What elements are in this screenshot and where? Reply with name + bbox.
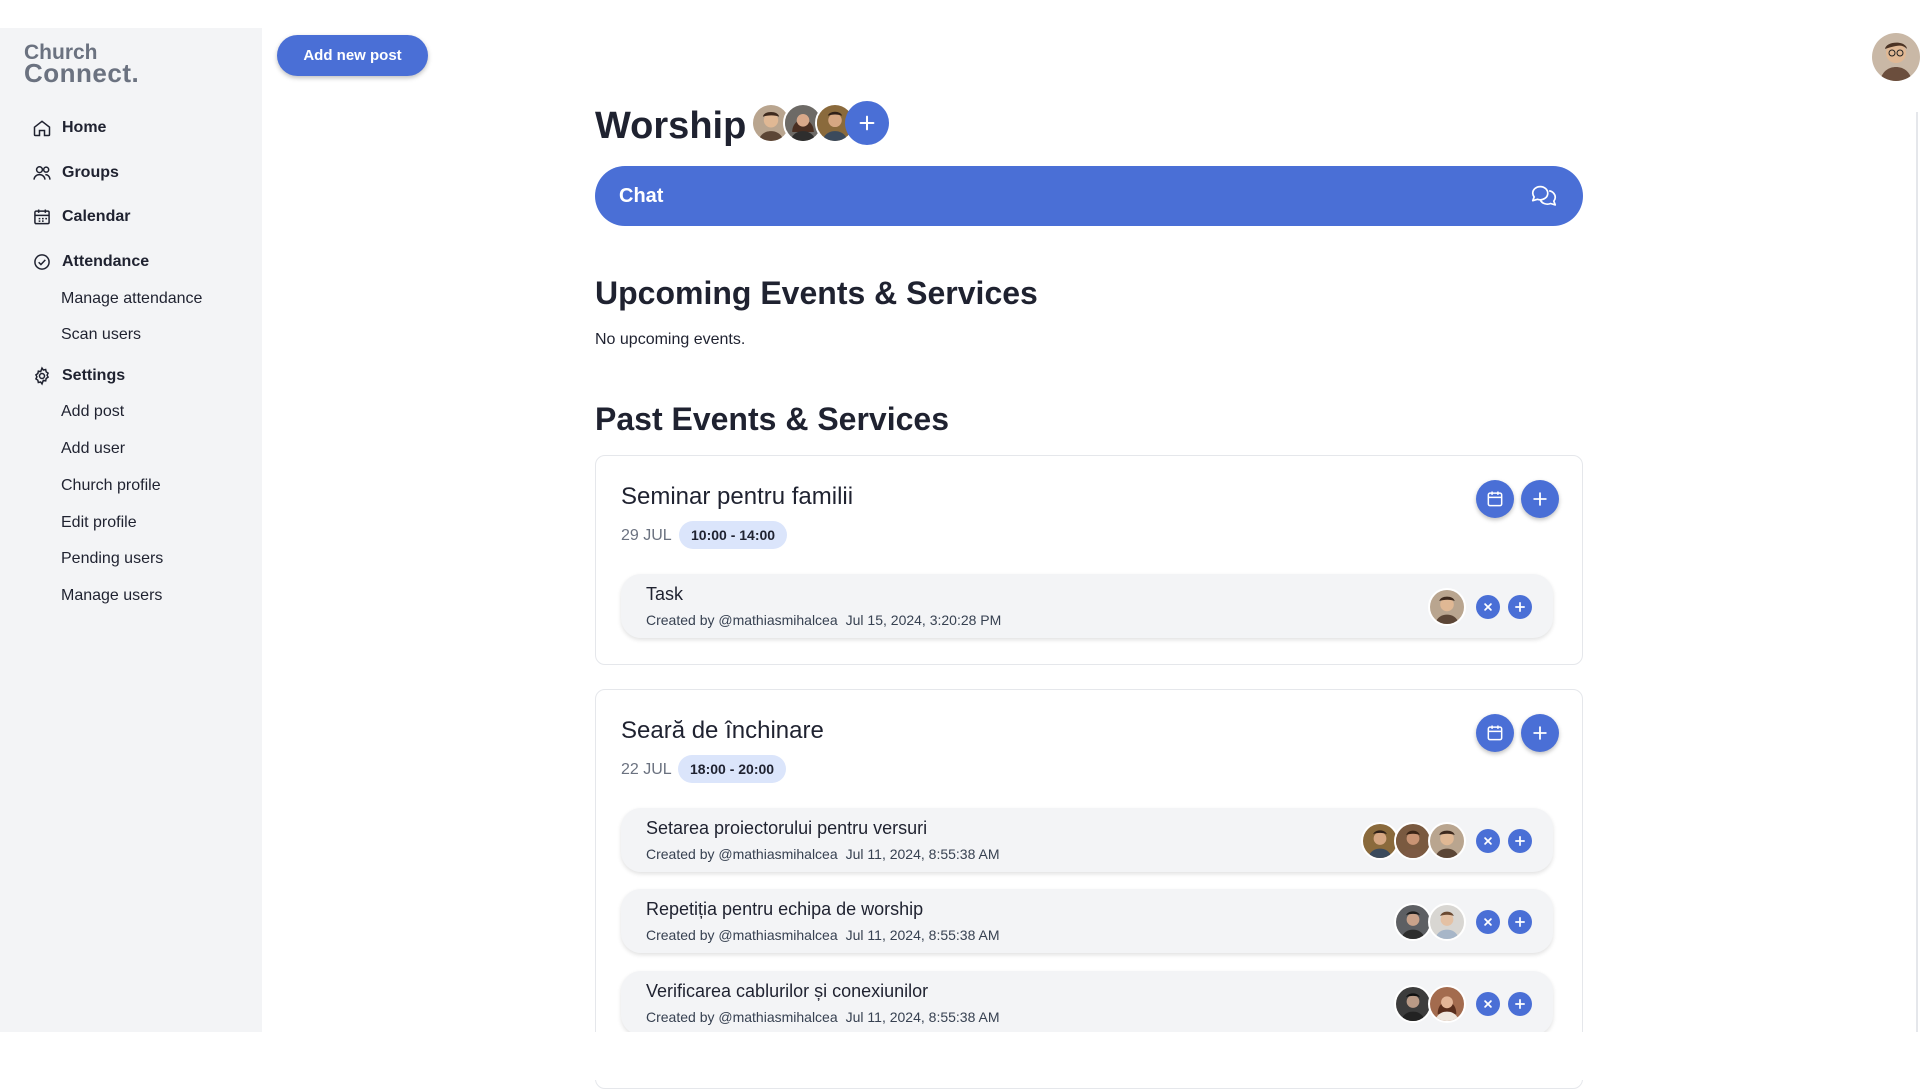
plus-icon	[1515, 602, 1525, 612]
add-assignee-button[interactable]	[1508, 595, 1532, 619]
remove-assignee-button[interactable]	[1476, 910, 1500, 934]
sidebar-item-label: Home	[62, 119, 107, 136]
sidebar-item-label: Calendar	[62, 208, 131, 225]
assignee-avatar	[1394, 822, 1432, 860]
close-icon	[1484, 1000, 1492, 1008]
task-timestamp: Jul 15, 2024, 3:20:28 PM	[845, 612, 1002, 628]
task-meta: Created by @mathiasmihalcea Jul 11, 2024,…	[646, 927, 1008, 943]
brand-line-2: Connect.	[24, 58, 140, 88]
add-task-button[interactable]	[1521, 480, 1559, 518]
sidebar-item-label: Settings	[62, 367, 126, 384]
add-assignee-button[interactable]	[1508, 910, 1532, 934]
remove-assignee-button[interactable]	[1476, 595, 1500, 619]
check-circle-icon	[34, 254, 50, 270]
remove-assignee-button[interactable]	[1476, 829, 1500, 853]
add-member-button[interactable]	[845, 101, 889, 145]
close-icon	[1484, 837, 1492, 845]
plus-icon	[859, 115, 875, 131]
scrollbar-track[interactable]	[1916, 112, 1918, 1032]
add-assignee-button[interactable]	[1508, 992, 1532, 1016]
sidebar-item-manage-users[interactable]: Manage users	[61, 587, 162, 609]
remove-assignee-button[interactable]	[1476, 992, 1500, 1016]
assignee-avatar	[1428, 903, 1466, 941]
sidebar-item-pending-users[interactable]: Pending users	[61, 550, 163, 572]
add-new-post-button[interactable]: Add new post	[277, 35, 428, 76]
sidebar-item-church-profile[interactable]: Church profile	[61, 477, 161, 499]
viewport-bottom-edge	[0, 1032, 1920, 1080]
task-author: Created by @mathiasmihalcea	[646, 1009, 838, 1025]
task-title: Verificarea cablurilor și conexiunilor	[646, 981, 929, 1001]
close-icon	[1484, 918, 1492, 926]
task-item[interactable]: Setarea proiectorului pentru versuri Cre…	[621, 808, 1553, 872]
event-title: Seară de închinare	[621, 717, 824, 744]
task-author: Created by @mathiasmihalcea	[646, 612, 838, 628]
gear-icon	[34, 366, 50, 386]
assignee-avatar	[1428, 985, 1466, 1023]
chat-bubbles-icon	[1531, 185, 1557, 206]
calendar-icon	[1487, 491, 1503, 507]
task-timestamp: Jul 11, 2024, 8:55:38 AM	[845, 1009, 1000, 1025]
task-meta: Created by @mathiasmihalcea Jul 15, 2024,…	[646, 612, 1009, 628]
sidebar-item-label: Groups	[62, 164, 119, 181]
task-author: Created by @mathiasmihalcea	[646, 927, 838, 943]
task-timestamp: Jul 11, 2024, 8:55:38 AM	[845, 927, 1000, 943]
assignee-avatar	[1428, 588, 1466, 626]
event-calendar-button[interactable]	[1476, 714, 1514, 752]
task-item[interactable]: Task Created by @mathiasmihalcea Jul 15, …	[621, 574, 1553, 638]
sidebar-item-home[interactable]: Home	[32, 116, 106, 140]
event-time-badge: 18:00 - 20:00	[678, 755, 787, 783]
sidebar-item-scan-users[interactable]: Scan users	[61, 326, 141, 348]
event-time-badge: 10:00 - 14:00	[679, 521, 788, 549]
sidebar-item-add-user[interactable]: Add user	[61, 440, 125, 462]
task-item[interactable]: Verificarea cablurilor și conexiunilor C…	[621, 971, 1553, 1035]
sidebar-item-manage-attendance[interactable]: Manage attendance	[61, 290, 202, 312]
sidebar-item-edit-profile[interactable]: Edit profile	[61, 514, 137, 536]
task-meta: Created by @mathiasmihalcea Jul 11, 2024,…	[646, 1009, 1008, 1025]
add-assignee-button[interactable]	[1508, 829, 1532, 853]
add-task-button[interactable]	[1521, 714, 1559, 752]
sidebar-item-groups[interactable]: Groups	[32, 161, 119, 185]
calendar-icon	[34, 209, 50, 225]
sidebar-item-settings[interactable]: Settings	[32, 364, 125, 388]
sidebar: Church Connect. Home Groups Calendar Att…	[0, 28, 262, 1032]
calendar-icon	[1487, 725, 1503, 741]
event-card: Seară de închinare 22 JUL 18:00 - 20:00 …	[595, 689, 1583, 1089]
home-icon	[33, 120, 51, 137]
upcoming-heading: Upcoming Events & Services	[595, 275, 1038, 311]
no-upcoming-text: No upcoming events.	[595, 331, 746, 348]
sidebar-item-add-post[interactable]: Add post	[61, 403, 124, 425]
event-date: 29 JUL	[621, 527, 672, 544]
plus-icon	[1533, 492, 1547, 506]
plus-icon	[1515, 917, 1525, 927]
page-title: Worship	[595, 105, 747, 147]
task-title: Repetiția pentru echipa de worship	[646, 899, 924, 919]
sidebar-item-calendar[interactable]: Calendar	[32, 205, 130, 229]
user-avatar[interactable]	[1872, 33, 1920, 81]
task-meta: Created by @mathiasmihalcea Jul 11, 2024,…	[646, 846, 1008, 862]
plus-icon	[1515, 836, 1525, 846]
assignee-avatar	[1394, 903, 1432, 941]
close-icon	[1484, 603, 1492, 611]
event-calendar-button[interactable]	[1476, 480, 1514, 518]
assignee-avatar	[1428, 822, 1466, 860]
assignee-avatar	[1394, 985, 1432, 1023]
past-heading: Past Events & Services	[595, 401, 949, 437]
event-card: Seminar pentru familii 29 JUL 10:00 - 14…	[595, 455, 1583, 665]
brand-logo[interactable]: Church Connect.	[24, 42, 140, 88]
event-title: Seminar pentru familii	[621, 483, 854, 510]
task-item[interactable]: Repetiția pentru echipa de worship Creat…	[621, 889, 1553, 953]
event-date: 22 JUL	[621, 761, 672, 778]
task-title: Setarea proiectorului pentru versuri	[646, 818, 928, 838]
plus-icon	[1533, 726, 1547, 740]
chat-button[interactable]: Chat	[595, 166, 1583, 226]
sidebar-item-attendance[interactable]: Attendance	[32, 250, 149, 274]
plus-icon	[1515, 999, 1525, 1009]
task-timestamp: Jul 11, 2024, 8:55:38 AM	[845, 846, 1000, 862]
task-author: Created by @mathiasmihalcea	[646, 846, 838, 862]
task-title: Task	[646, 584, 684, 604]
sidebar-item-label: Attendance	[62, 253, 150, 270]
users-icon	[33, 166, 51, 180]
chat-label: Chat	[619, 184, 664, 207]
